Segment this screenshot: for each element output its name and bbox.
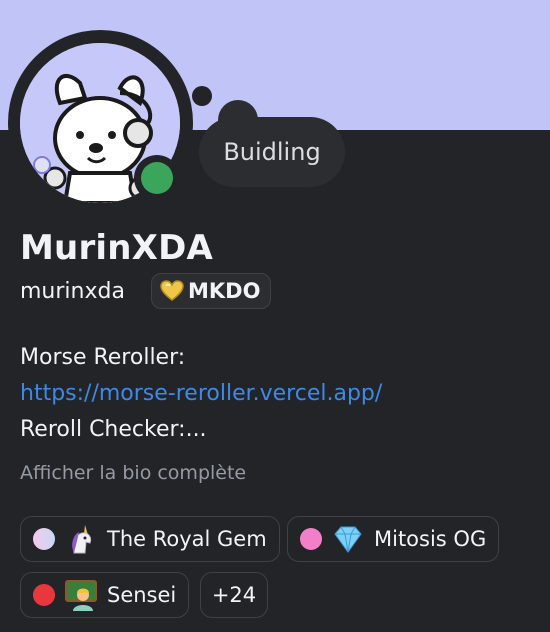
clan-tag-label: MKDO — [188, 279, 261, 303]
bio: Morse Reroller: https://morse-reroller.v… — [20, 340, 382, 448]
role-name: Sensei — [107, 583, 177, 607]
role-name: The Royal Gem — [107, 527, 267, 551]
role-name: Mitosis OG — [374, 527, 487, 551]
role-pill-sensei[interactable]: Sensei — [20, 572, 190, 618]
bio-link[interactable]: https://morse-reroller.vercel.app/ — [20, 376, 382, 412]
thought-bubble-dot — [192, 86, 212, 106]
role-color-dot — [300, 528, 322, 550]
more-roles-count: +24 — [211, 583, 257, 607]
show-full-bio-link[interactable]: Afficher la bio complète — [20, 462, 246, 484]
custom-status-text: Buidling — [223, 138, 321, 166]
username[interactable]: murinxda — [20, 279, 125, 304]
teacher-icon — [65, 580, 97, 611]
diamond-icon — [334, 526, 362, 553]
bio-line: Reroll Checker:... — [20, 417, 207, 442]
online-status-icon — [141, 162, 173, 194]
heart-badge-icon — [160, 280, 184, 301]
role-color-dot — [33, 584, 55, 606]
clan-tag[interactable]: MKDO — [151, 273, 272, 309]
role-pill-royal-gem[interactable]: The Royal Gem — [20, 516, 280, 562]
display-name: MurinXDA — [20, 228, 214, 268]
more-roles-button[interactable]: +24 — [200, 572, 268, 618]
unicorn-icon — [72, 525, 92, 554]
bio-line: Morse Reroller: — [20, 345, 186, 370]
role-pill-mitosis-og[interactable]: Mitosis OG — [287, 516, 500, 562]
role-color-dot — [33, 528, 55, 550]
custom-status-bubble[interactable]: Buidling — [199, 117, 345, 187]
